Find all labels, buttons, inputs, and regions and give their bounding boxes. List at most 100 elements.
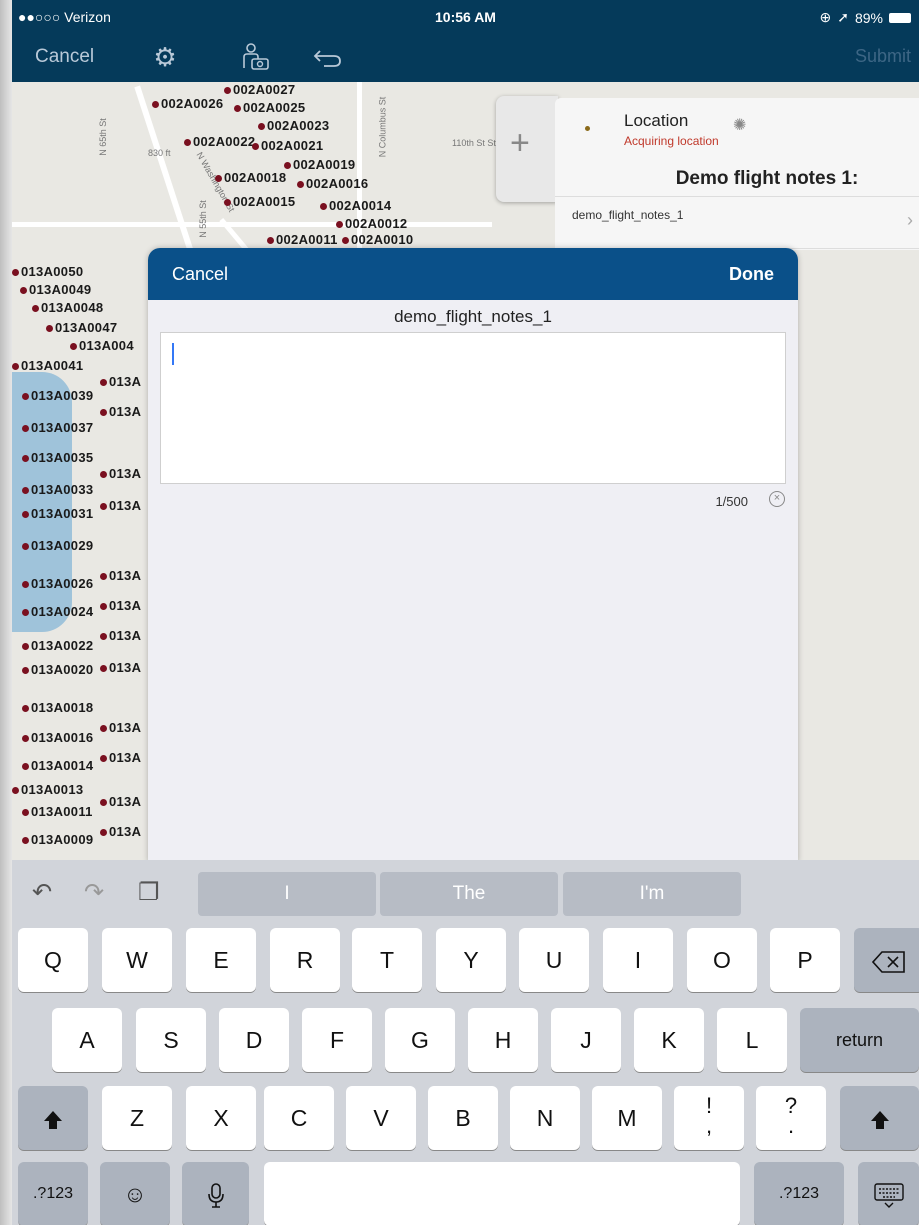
map-marker[interactable]: 002A0014 (320, 198, 391, 213)
key[interactable]: N (510, 1086, 580, 1150)
map-marker[interactable]: 013A (100, 598, 141, 613)
map-marker[interactable]: 013A0020 (22, 662, 93, 677)
map-marker[interactable]: 002A0025 (234, 100, 305, 115)
paste-icon[interactable]: ❐ (138, 878, 160, 907)
map-marker[interactable]: 013A (100, 568, 141, 583)
map-marker[interactable]: 013A0050 (12, 264, 83, 279)
emoji-icon[interactable]: ☺ (100, 1162, 170, 1225)
map-marker[interactable]: 013A (100, 628, 141, 643)
modal-done-button[interactable]: Done (729, 264, 774, 285)
key[interactable]: Q (18, 928, 88, 992)
map-marker[interactable]: 013A0033 (22, 482, 93, 497)
gear-icon[interactable]: ⚙ (148, 40, 182, 74)
key[interactable]: H (468, 1008, 538, 1072)
key[interactable]: V (346, 1086, 416, 1150)
key[interactable]: E (186, 928, 256, 992)
key[interactable]: G (385, 1008, 455, 1072)
map-marker[interactable]: 013A0016 (22, 730, 93, 745)
map-marker[interactable]: 013A0039 (22, 388, 93, 403)
map-marker[interactable]: 013A (100, 498, 141, 513)
map-marker[interactable]: 013A0048 (32, 300, 103, 315)
key[interactable]: M (592, 1086, 662, 1150)
key[interactable]: T (352, 928, 422, 992)
map-marker[interactable]: 013A0041 (12, 358, 83, 373)
map-marker[interactable]: 013A0026 (22, 576, 93, 591)
key[interactable]: O (687, 928, 757, 992)
notes-row-label[interactable]: demo_flight_notes_1 (572, 208, 683, 222)
map-marker[interactable]: 013A (100, 794, 141, 809)
person-camera-icon[interactable] (239, 40, 273, 74)
return-key[interactable]: return (800, 1008, 919, 1072)
key[interactable]: J (551, 1008, 621, 1072)
notes-textarea[interactable] (160, 332, 786, 484)
map-marker[interactable]: 013A0018 (22, 700, 93, 715)
key[interactable]: L (717, 1008, 787, 1072)
key[interactable]: F (302, 1008, 372, 1072)
map-marker[interactable]: 002A0018 (215, 170, 286, 185)
clear-icon[interactable]: × (769, 491, 785, 507)
numbers-key[interactable]: .?123 (18, 1162, 88, 1225)
map-marker[interactable]: 002A0027 (224, 82, 295, 97)
map-marker[interactable]: 002A0011 (267, 232, 338, 247)
key[interactable]: R (270, 928, 340, 992)
map-marker[interactable]: 013A0047 (46, 320, 117, 335)
map-marker[interactable]: 013A (100, 466, 141, 481)
map-marker[interactable]: 002A0010 (342, 232, 413, 247)
map-marker[interactable]: 002A0015 (224, 194, 295, 209)
key[interactable]: X (186, 1086, 256, 1150)
nav-submit-button[interactable]: Submit (855, 46, 911, 67)
add-location-button[interactable]: + (496, 96, 558, 202)
map-marker[interactable]: 002A0012 (336, 216, 407, 231)
map-marker[interactable]: 002A0021 (252, 138, 323, 153)
map-marker[interactable]: 013A (100, 404, 141, 419)
numbers-key-right[interactable]: .?123 (754, 1162, 844, 1225)
redo-key-icon[interactable]: ↷ (84, 878, 104, 907)
key[interactable]: B (428, 1086, 498, 1150)
map-marker[interactable]: 013A0031 (22, 506, 93, 521)
key[interactable]: I (603, 928, 673, 992)
chevron-right-icon[interactable]: › (907, 210, 913, 231)
suggestion[interactable]: I'm (563, 872, 741, 916)
map-marker[interactable]: 013A0013 (12, 782, 83, 797)
map-marker[interactable]: 002A0022 (184, 134, 255, 149)
map-marker[interactable]: 002A0016 (297, 176, 368, 191)
map-marker[interactable]: 013A0022 (22, 638, 93, 653)
map-marker[interactable]: 013A0009 (22, 832, 93, 847)
key[interactable]: K (634, 1008, 704, 1072)
exclamation-comma-key[interactable]: ! , (674, 1086, 744, 1150)
map-marker[interactable]: 013A (100, 374, 141, 389)
map-marker[interactable]: 013A004 (70, 338, 134, 353)
map-marker[interactable]: 002A0019 (284, 157, 355, 172)
map-marker[interactable]: 013A0024 (22, 604, 93, 619)
question-period-key[interactable]: ? . (756, 1086, 826, 1150)
key[interactable]: C (264, 1086, 334, 1150)
map-marker[interactable]: 013A (100, 720, 141, 735)
space-key[interactable] (264, 1162, 740, 1225)
map-marker[interactable]: 013A (100, 750, 141, 765)
suggestion[interactable]: The (380, 872, 558, 916)
key[interactable]: S (136, 1008, 206, 1072)
map-marker[interactable]: 013A0049 (20, 282, 91, 297)
map-marker[interactable]: 013A0011 (22, 804, 93, 819)
undo-icon[interactable] (310, 40, 344, 74)
map-marker[interactable]: 013A (100, 824, 141, 839)
map-marker[interactable]: 013A (100, 660, 141, 675)
shift-key-right[interactable] (840, 1086, 919, 1150)
key[interactable]: D (219, 1008, 289, 1072)
map-marker[interactable]: 002A0023 (258, 118, 329, 133)
map-marker[interactable]: 002A0026 (152, 96, 223, 111)
map-marker[interactable]: 013A0037 (22, 420, 93, 435)
undo-key-icon[interactable]: ↶ (32, 878, 52, 907)
key[interactable]: P (770, 928, 840, 992)
key[interactable]: Y (436, 928, 506, 992)
backspace-key[interactable] (854, 928, 919, 992)
key[interactable]: U (519, 928, 589, 992)
keyboard-dismiss-icon[interactable] (858, 1162, 919, 1225)
map-marker[interactable]: 013A0035 (22, 450, 93, 465)
nav-cancel-button[interactable]: Cancel (35, 46, 94, 68)
suggestion[interactable]: I (198, 872, 376, 916)
shift-key[interactable] (18, 1086, 88, 1150)
key[interactable]: Z (102, 1086, 172, 1150)
microphone-icon[interactable] (182, 1162, 249, 1225)
key[interactable]: A (52, 1008, 122, 1072)
